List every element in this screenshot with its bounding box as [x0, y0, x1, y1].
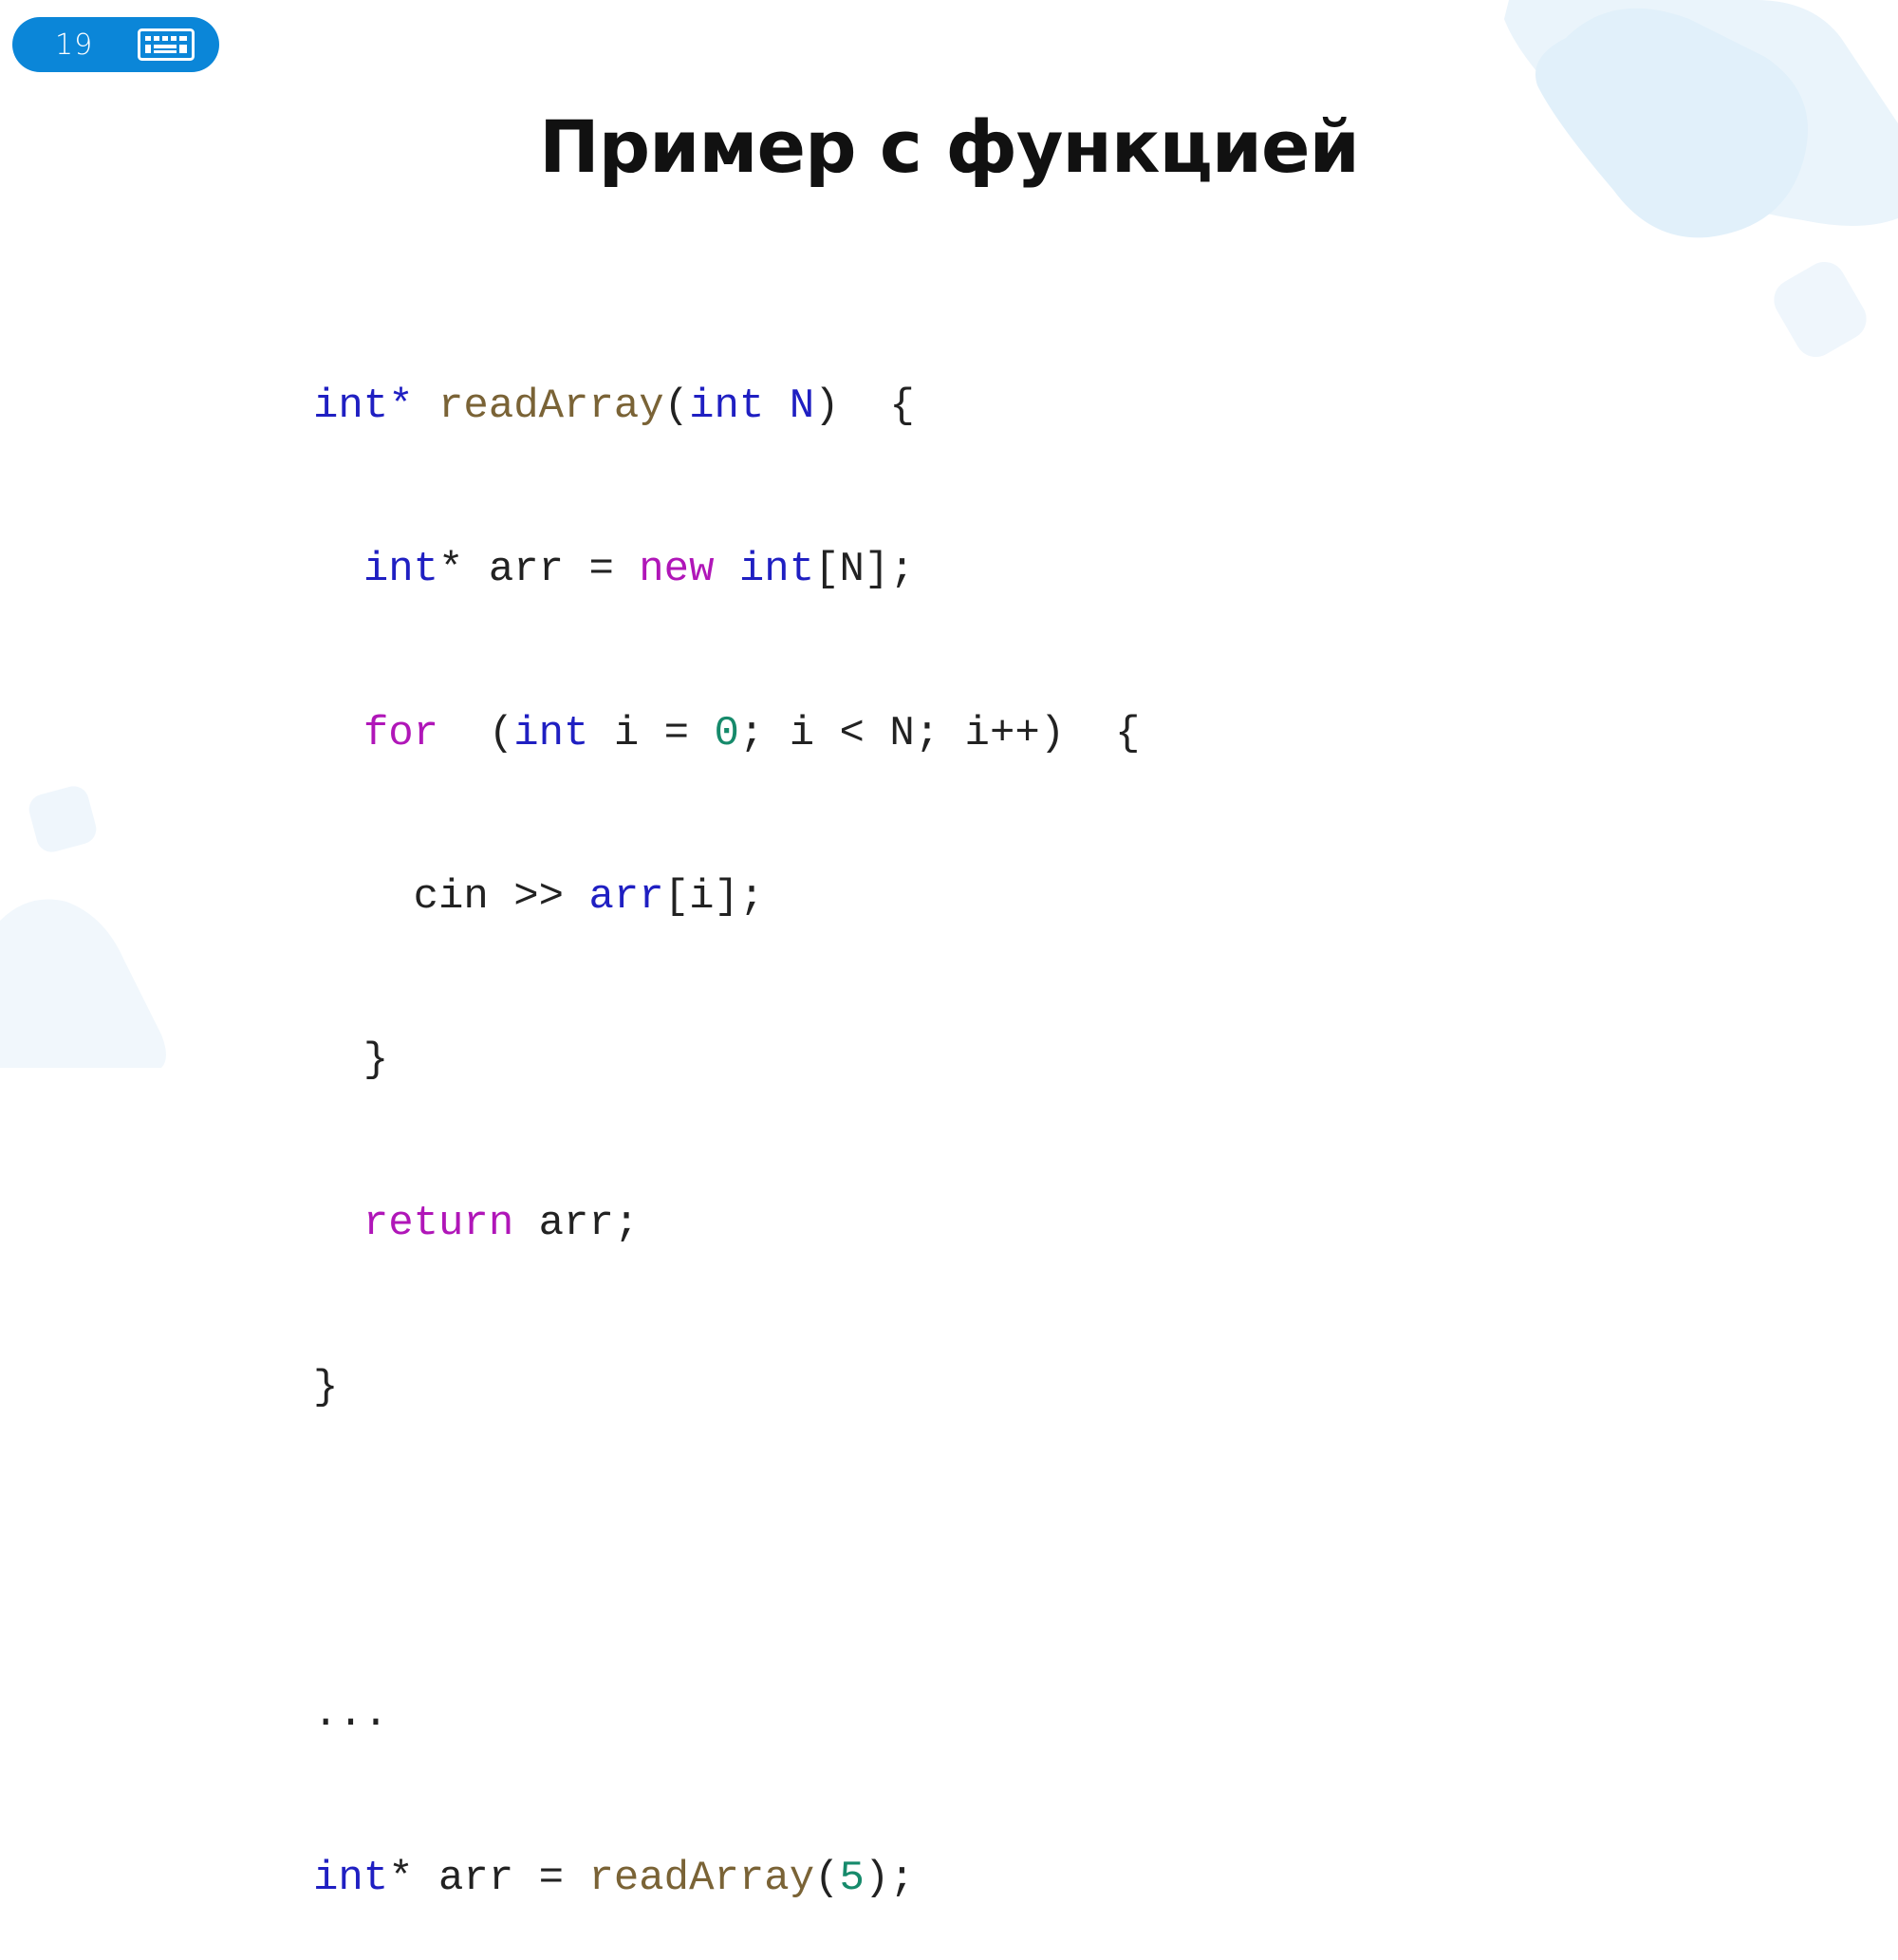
code-line-4: cin >> arr[i];: [313, 863, 1140, 931]
code-line-2: int* arr = new int[N];: [313, 535, 1140, 604]
code-token: }: [363, 1036, 389, 1085]
code-token: ) {: [814, 383, 915, 430]
code-line-6: return arr;: [313, 1189, 1140, 1258]
code-token: (: [814, 1854, 840, 1902]
keyboard-icon: [138, 28, 195, 61]
code-token: }: [313, 1363, 339, 1411]
code-line-1: int* readArray(int N) {: [313, 372, 1140, 440]
code-token: 0: [714, 709, 739, 757]
code-line-5: }: [313, 1026, 1140, 1094]
code-token: new: [639, 546, 715, 594]
slide-number-badge: 19: [12, 17, 219, 72]
code-token: 5: [839, 1854, 865, 1902]
code-token: * arr =: [388, 1854, 589, 1902]
code-token: int: [313, 1854, 389, 1902]
code-token: arr;: [513, 1200, 640, 1248]
code-token: i =: [588, 709, 715, 757]
code-line-3: for (int i = 0; i < N; i++) {: [313, 700, 1141, 768]
code-token: int: [363, 546, 439, 594]
code-token: int*: [313, 383, 414, 430]
code-token: );: [864, 1854, 915, 1902]
code-token: return: [363, 1200, 514, 1248]
code-token: int: [689, 383, 765, 430]
code-line-9: ...: [313, 1680, 1140, 1748]
slide-title: Пример с функцией: [539, 104, 1360, 189]
code-token: [i];: [663, 872, 765, 921]
code-token: int: [513, 709, 589, 757]
code-line-7: }: [313, 1353, 1140, 1422]
code-token: readArray: [588, 1854, 815, 1902]
code-token: (: [663, 383, 690, 430]
code-token: arr: [588, 872, 664, 921]
code-token: ...: [313, 1690, 389, 1739]
code-block: int* readArray(int N) { int* arr = new i…: [313, 277, 1140, 1960]
code-token: readArray: [438, 383, 664, 430]
code-line-10: int* arr = readArray(5);: [313, 1844, 1140, 1913]
code-token: cin >>: [413, 872, 589, 921]
code-token: [N];: [814, 546, 915, 594]
code-token: ; i < N; i++) {: [738, 709, 1141, 757]
slide-number: 19: [55, 28, 94, 62]
code-token: * arr =: [438, 546, 640, 594]
code-token: int: [738, 546, 815, 594]
code-token: (: [438, 709, 514, 757]
code-token: for: [363, 709, 439, 757]
code-token: N: [789, 383, 815, 430]
